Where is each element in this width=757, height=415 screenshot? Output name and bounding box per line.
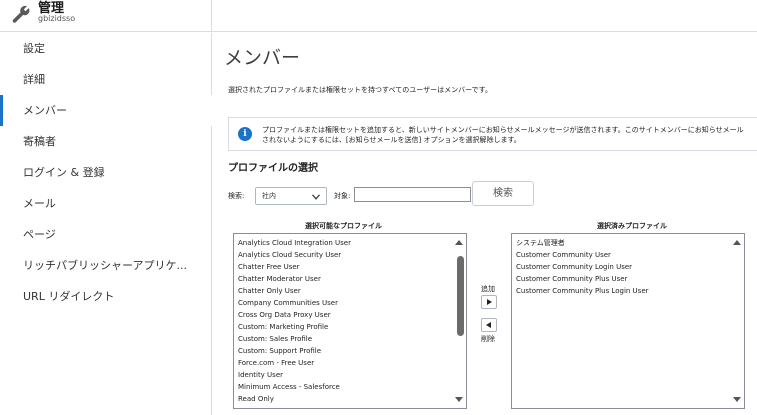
list-item[interactable]: Custom: Sales Profile xyxy=(238,333,312,345)
sidebar: 設定 詳細 メンバー 寄稿者 ログイン & 登録 メール ページ リッチパブリッ… xyxy=(0,33,212,415)
sidebar-item-members[interactable]: メンバー xyxy=(0,95,212,126)
list-item[interactable]: Custom: Support Profile xyxy=(238,345,321,357)
list-item[interactable]: Customer Community Plus User xyxy=(516,273,627,285)
available-profiles-header: 選択可能なプロファイル xyxy=(305,222,382,230)
sidebar-item-pages[interactable]: ページ xyxy=(0,219,212,250)
header-brand: 管理 gbizidsso xyxy=(0,0,212,32)
scroll-down-arrow-icon[interactable] xyxy=(733,397,741,402)
list-item[interactable]: Chatter Free User xyxy=(238,261,300,273)
search-button[interactable]: 検索 xyxy=(472,181,534,206)
list-item[interactable]: Force.com - Free User xyxy=(238,357,314,369)
sidebar-item-details[interactable]: 詳細 xyxy=(0,64,212,95)
search-scope-value: 社内 xyxy=(262,192,276,200)
list-item[interactable]: Custom: Marketing Profile xyxy=(238,321,328,333)
sidebar-item-url-redirects[interactable]: URL リダイレクト xyxy=(0,281,212,312)
remove-button[interactable] xyxy=(481,318,497,332)
wrench-icon xyxy=(12,5,30,23)
list-item[interactable]: Customer Community User xyxy=(516,249,611,261)
scrollbar-thumb[interactable] xyxy=(457,256,464,336)
list-item[interactable]: Identity User xyxy=(238,369,283,381)
header-subtitle: gbizidsso xyxy=(38,14,76,23)
sidebar-item-rich-publisher-apps[interactable]: リッチパブリッシャーアプリケ... xyxy=(0,250,212,281)
chevron-down-icon xyxy=(312,194,320,200)
list-item[interactable]: Customer Community Plus Login User xyxy=(516,285,649,297)
arrow-left-icon xyxy=(486,322,491,328)
scroll-up-arrow-icon[interactable] xyxy=(455,240,463,245)
scroll-up-arrow-icon[interactable] xyxy=(733,240,741,245)
info-text-line1: プロファイルまたは権限セットを追加すると、新しいサイトメンバーにお知らせメールメ… xyxy=(262,126,744,134)
scroll-down-arrow-icon[interactable] xyxy=(455,397,463,402)
add-button[interactable] xyxy=(481,295,497,309)
selected-profiles-header: 選択済みプロファイル xyxy=(597,222,667,230)
remove-label: 削除 xyxy=(481,335,495,343)
info-icon: i xyxy=(238,127,252,141)
info-banner: i プロファイルまたは権限セットを追加すると、新しいサイトメンバーにお知らせメー… xyxy=(228,117,757,151)
list-item[interactable]: Read Only xyxy=(238,393,274,405)
list-item[interactable]: Customer Community Login User xyxy=(516,261,632,273)
target-label: 対象: xyxy=(334,192,351,200)
main-content: メンバー 選択されたプロファイルまたは権限セットを持つすべてのユーザーはメンバー… xyxy=(213,33,757,415)
sidebar-item-settings[interactable]: 設定 xyxy=(0,33,212,64)
list-item[interactable]: Analytics Cloud Integration User xyxy=(238,237,351,249)
available-profiles-list[interactable]: Analytics Cloud Integration User Analyti… xyxy=(233,233,467,409)
page-title: メンバー xyxy=(224,47,301,69)
add-label: 追加 xyxy=(481,285,495,293)
list-item[interactable]: Analytics Cloud Security User xyxy=(238,249,341,261)
sidebar-item-login-registration[interactable]: ログイン & 登録 xyxy=(0,157,212,188)
info-text: プロファイルまたは権限セットを追加すると、新しいサイトメンバーにお知らせメールメ… xyxy=(262,125,744,145)
search-scope-select[interactable]: 社内 xyxy=(255,187,327,205)
page-description: 選択されたプロファイルまたは権限セットを持つすべてのユーザーはメンバーです。 xyxy=(228,86,492,94)
list-item[interactable]: Company Communities User xyxy=(238,297,338,309)
app-header: 管理 gbizidsso xyxy=(0,0,757,32)
search-input[interactable] xyxy=(354,187,471,202)
list-item[interactable]: Cross Org Data Proxy User xyxy=(238,309,331,321)
arrow-right-icon xyxy=(487,299,492,305)
list-item[interactable]: Chatter Only User xyxy=(238,285,301,297)
sidebar-item-email[interactable]: メール xyxy=(0,188,212,219)
list-item[interactable]: システム管理者 xyxy=(516,237,565,249)
search-label: 検索: xyxy=(228,192,245,200)
list-item[interactable]: Chatter Moderator User xyxy=(238,273,321,285)
section-title: プロファイルの選択 xyxy=(228,163,318,174)
info-text-line2: されないようにするには、[お知らせメールを送信] オプションを選択解除します。 xyxy=(262,136,521,144)
sidebar-item-contributors[interactable]: 寄稿者 xyxy=(0,126,212,157)
selected-profiles-list[interactable]: システム管理者 Customer Community User Customer… xyxy=(511,233,745,409)
list-item[interactable]: Minimum Access - Salesforce xyxy=(238,381,340,393)
